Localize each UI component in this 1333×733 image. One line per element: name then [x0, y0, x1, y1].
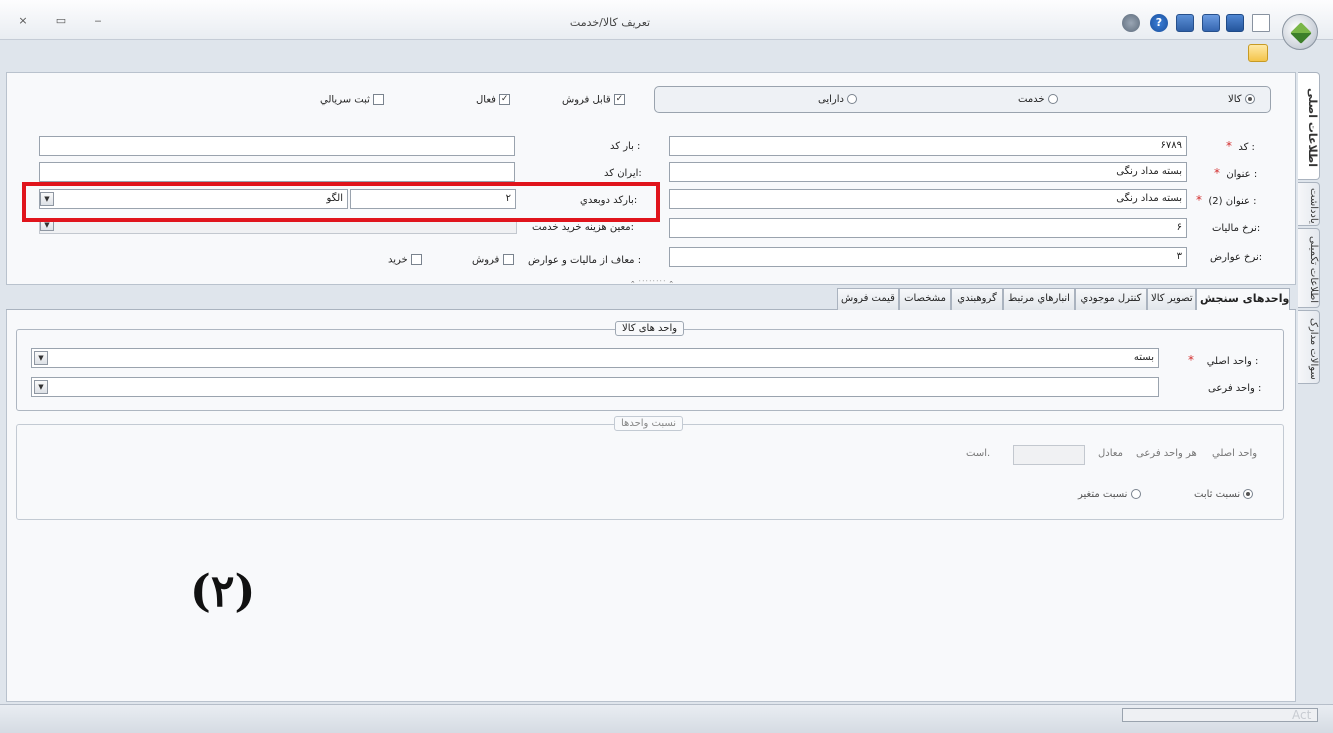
step-number-annotation: (۲) [190, 566, 256, 617]
tax-rate-label: نرخ ماليات: [1212, 223, 1261, 234]
type-asset-radio[interactable] [847, 94, 858, 104]
exempt-purchase-label: خريد [388, 254, 408, 266]
serial-option[interactable]: ثبت سريالي [320, 94, 385, 106]
ratio-fixed-label: نسبت ثابت [1194, 489, 1241, 500]
title-label-row: * عنوان : [1214, 166, 1257, 180]
title2-required-mark: * [1196, 193, 1202, 207]
ratio-per-sub-unit-text: هر واحد فرعی [1136, 448, 1197, 459]
serial-label: ثبت سريالي [320, 94, 370, 106]
exempt-sale-label: فروش [472, 254, 500, 266]
sub-unit-dropdown-icon[interactable]: ▼ [34, 380, 48, 394]
code-label-row: * کد : [1226, 139, 1255, 153]
type-goods-radio[interactable] [1244, 94, 1255, 104]
main-unit-required-mark: * [1188, 353, 1194, 367]
side-tab-extra-info[interactable]: اطلاعات تکمیلی [1298, 228, 1320, 308]
tab-stock-control[interactable]: کنترل موجودي [1075, 288, 1147, 310]
ratio-equals-text: معادل [1098, 448, 1123, 459]
sellable-checkbox[interactable]: ✓ [613, 94, 625, 105]
side-tab-main-info[interactable]: اطلاعات اصلی [1298, 72, 1320, 180]
title-label: عنوان : [1226, 169, 1258, 180]
exempt-sale-checkbox[interactable] [502, 254, 514, 265]
type-option-goods[interactable]: کالا [1228, 94, 1255, 105]
main-unit-label-row: * واحد اصلي : [1188, 353, 1258, 367]
save-all-icon[interactable] [1176, 14, 1194, 32]
type-service-radio[interactable] [1047, 94, 1058, 104]
item-type-group [654, 86, 1271, 113]
active-option[interactable]: فعال ✓ [476, 94, 511, 106]
exempt-sale-option[interactable]: فروش [472, 254, 514, 266]
save-as-icon[interactable] [1202, 14, 1220, 32]
duty-rate-label: نرخ عوارض: [1210, 252, 1263, 263]
tab-grouping[interactable]: گروهبندي [951, 288, 1003, 310]
sub-unit-label: واحد فرعی : [1208, 383, 1262, 394]
tab-related-warehouses[interactable]: انبارهاي مرتبط [1003, 288, 1075, 310]
sellable-label: قابل فروش [562, 94, 611, 106]
ratio-variable-option[interactable]: نسبت متغير [1078, 489, 1141, 500]
side-tab-documents[interactable]: سوالات مدارک [1298, 310, 1320, 384]
code-required-mark: * [1226, 139, 1232, 153]
type-option-service[interactable]: خدمت [1018, 94, 1058, 105]
active-checkbox[interactable]: ✓ [499, 94, 511, 105]
service-cost-label: معين هزينه خريد خدمت: [532, 222, 635, 233]
ratio-variable-radio[interactable] [1130, 489, 1141, 499]
tab-item-image[interactable]: تصوير کالا [1147, 288, 1196, 310]
app-logo-icon[interactable] [1282, 14, 1318, 50]
title2-label: عنوان (2) : [1208, 196, 1257, 207]
exempt-label: معاف از ماليات و عوارض : [528, 255, 642, 266]
ratio-value-field[interactable] [1013, 445, 1085, 465]
ratio-is-text: است. [966, 448, 991, 459]
new-document-icon[interactable] [1252, 14, 1270, 32]
tools-icon[interactable] [1122, 14, 1140, 32]
ratio-fixed-option[interactable]: نسبت ثابت [1194, 489, 1254, 500]
title-required-mark: * [1214, 166, 1220, 180]
ratio-group-title: نسبت واحدها [614, 416, 684, 431]
title2-label-row: * عنوان (2) : [1196, 193, 1257, 207]
tax-rate-field[interactable]: ۶ [669, 218, 1187, 238]
title2-field[interactable]: بسته مداد رنگی [669, 189, 1187, 209]
save-icon[interactable] [1226, 14, 1244, 32]
minimize-button[interactable]: ‒ [91, 14, 105, 28]
main-unit-dropdown-icon[interactable]: ▼ [34, 351, 48, 365]
ratio-fixed-radio[interactable] [1243, 489, 1254, 499]
tab-units[interactable]: واحدهای سنجش [1196, 288, 1290, 311]
type-goods-label: کالا [1228, 94, 1242, 105]
code-field[interactable]: ۶۷۸۹ [669, 136, 1187, 156]
side-tab-notes[interactable]: یادداشت [1298, 182, 1320, 226]
active-label: فعال [476, 94, 496, 106]
units-groupbox: واحد های کالا [16, 321, 1284, 411]
ratio-groupbox: نسبت واحدها [16, 416, 1284, 520]
iran-code-field[interactable] [39, 162, 515, 182]
barcode-label: بار کد : [610, 141, 641, 152]
exempt-purchase-checkbox[interactable] [410, 254, 422, 265]
side-tabs: اطلاعات اصلی یادداشت اطلاعات تکمیلی سوال… [1298, 72, 1322, 702]
units-group-title: واحد های کالا [615, 321, 685, 336]
ratio-main-unit-text: واحد اصلي [1212, 448, 1258, 459]
sub-unit-select[interactable] [31, 377, 1159, 397]
restore-button[interactable]: ▭ [54, 14, 68, 28]
status-field [1122, 708, 1318, 722]
type-service-label: خدمت [1018, 94, 1045, 105]
main-unit-select[interactable]: بسته [31, 348, 1159, 368]
barcode-field[interactable] [39, 136, 515, 156]
ratio-variable-label: نسبت متغير [1078, 489, 1128, 500]
panel-splitter-handle[interactable]: ⌃ ˙˙˙˙˙˙˙˙ ⌃ [612, 281, 692, 288]
duty-rate-field[interactable]: ۳ [669, 247, 1187, 267]
title-field[interactable]: بسته مداد رنگی [669, 162, 1187, 182]
tab-specs[interactable]: مشخصات [899, 288, 951, 310]
code-label: کد : [1238, 142, 1255, 153]
window-title: تعریف کالا/خدمت [569, 16, 651, 29]
type-option-asset[interactable]: دارایی [818, 94, 858, 105]
package-icon[interactable] [1248, 44, 1268, 62]
serial-checkbox[interactable] [373, 94, 385, 105]
tab-sale-price[interactable]: قيمت فروش [837, 288, 899, 310]
exempt-purchase-option[interactable]: خريد [388, 254, 422, 266]
sellable-option[interactable]: قابل فروش ✓ [562, 94, 625, 106]
main-unit-label: واحد اصلي : [1206, 356, 1259, 367]
type-asset-label: دارایی [818, 94, 844, 105]
iran-code-label: ايران کد: [604, 168, 642, 179]
highlight-box [22, 182, 660, 222]
activation-watermark: Act [1292, 708, 1312, 722]
close-button[interactable]: × [16, 14, 30, 28]
help-icon[interactable]: ? [1150, 14, 1168, 32]
